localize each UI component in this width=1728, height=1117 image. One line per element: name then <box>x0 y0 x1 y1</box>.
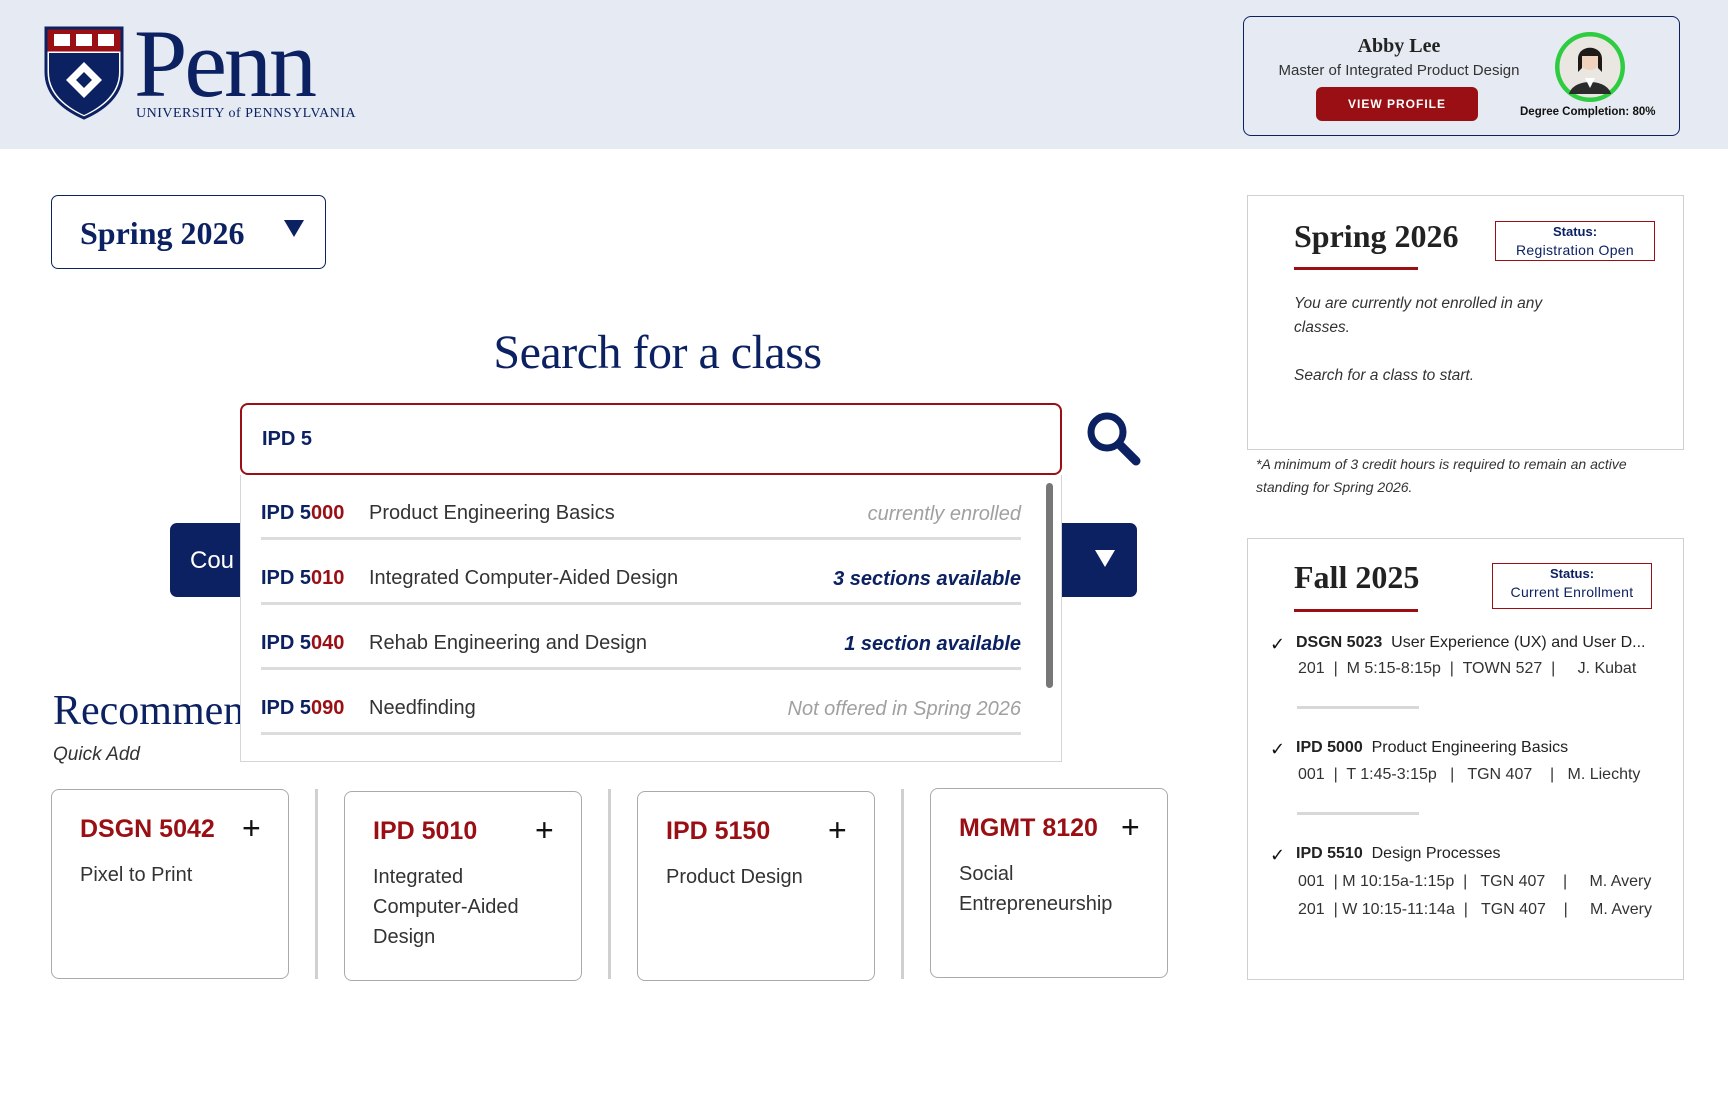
check-icon: ✓ <box>1270 739 1286 759</box>
card-course-name: Product Design <box>666 866 803 888</box>
credit-note: *A minimum of 3 credit hours is required… <box>1256 456 1627 495</box>
add-course-button[interactable]: + <box>242 812 261 844</box>
result-name: Product Engineering Basics <box>369 502 615 524</box>
degree-completion: Degree Completion: 80% <box>1520 106 1656 118</box>
card-course-code: IPD 5010 <box>373 817 478 845</box>
panel-term-title: Spring 2026 <box>1294 218 1459 254</box>
search-input[interactable] <box>240 403 1062 475</box>
card-course-code: MGMT 8120 <box>959 814 1098 842</box>
course-heading: IPD 5510 Design Processes <box>1296 845 1501 862</box>
penn-logo[interactable]: Penn UNIVERSITY of PENNSYLVANIA <box>44 16 374 126</box>
course-heading: DSGN 5023 User Experience (UX) and User … <box>1296 634 1646 651</box>
card-course-name: Integrated Computer-Aided Design <box>373 866 519 948</box>
view-profile-button[interactable]: VIEW PROFILE <box>1316 87 1478 121</box>
result-status: Not offered in Spring 2026 <box>787 698 1022 720</box>
caret-down-icon <box>284 220 304 237</box>
add-course-button[interactable]: + <box>828 814 847 846</box>
course-heading: IPD 5000 Product Engineering Basics <box>1296 739 1569 756</box>
card-divider <box>315 789 318 979</box>
search-title: Search for a class <box>493 326 822 379</box>
penn-shield-icon <box>44 26 124 120</box>
university-subtitle: UNIVERSITY of PENNSYLVANIA <box>136 106 357 121</box>
quick-add-card[interactable]: DSGN 5042 + Pixel to Print <box>51 789 289 979</box>
result-code: IPD 5010 <box>261 567 345 589</box>
status-badge: Status: Current Enrollment <box>1492 563 1652 609</box>
result-code: IPD 5040 <box>261 632 345 654</box>
card-course-code: IPD 5150 <box>666 817 771 845</box>
caret-down-icon <box>1095 550 1115 567</box>
status-value: Current Enrollment <box>1510 584 1634 600</box>
status-label: Status: <box>1549 566 1595 581</box>
card-course-code: DSGN 5042 <box>80 815 215 843</box>
add-course-button[interactable]: + <box>535 814 554 846</box>
quick-add-card[interactable]: MGMT 8120 + Social Entrepreneurship <box>930 788 1168 978</box>
card-course-name: Pixel to Print <box>80 864 193 886</box>
card-course-name: Social Entrepreneurship <box>959 863 1113 915</box>
result-status: 1 section available <box>844 633 1021 655</box>
check-icon: ✓ <box>1270 634 1286 654</box>
quick-add-card[interactable]: IPD 5150 + Product Design <box>637 791 875 981</box>
header-bar: Penn UNIVERSITY of PENNSYLVANIA Abby Lee… <box>0 0 1728 149</box>
dropdown-scrollbar[interactable] <box>1046 483 1053 688</box>
course-divider <box>1297 706 1419 709</box>
add-course-button[interactable]: + <box>1121 811 1140 843</box>
course-divider <box>1297 812 1419 815</box>
status-label: Status: <box>1552 224 1598 239</box>
term-select[interactable]: Spring 2026 <box>51 195 326 269</box>
title-underline <box>1294 609 1418 612</box>
quick-add-card[interactable]: IPD 5010 + Integrated Computer-Aided Des… <box>344 791 582 981</box>
card-divider <box>901 789 904 979</box>
recommended-title: Recommen <box>53 688 245 734</box>
penn-wordmark: Penn <box>134 10 317 117</box>
search-hint: Search for a class to start. <box>1294 367 1475 384</box>
course-section: 001 | M 10:15a-1:15p | TGN 407 | M. Aver… <box>1298 873 1652 890</box>
result-name: Needfinding <box>369 697 476 719</box>
search-result-item[interactable]: IPD 5010 Integrated Computer-Aided Desig… <box>261 540 1021 605</box>
profile-degree: Master of Integrated Product Design <box>1278 62 1520 79</box>
card-divider <box>608 789 611 979</box>
quick-add-label: Quick Add <box>53 744 140 765</box>
course-section: 201 | M 5:15-8:15p | TOWN 527 | J. Kubat <box>1298 660 1637 677</box>
result-name: Rehab Engineering and Design <box>369 632 647 654</box>
result-status: currently enrolled <box>867 503 1021 525</box>
search-result-item[interactable]: IPD 5000 Product Engineering Basics curr… <box>261 475 1021 540</box>
result-name: Integrated Computer-Aided Design <box>369 567 679 589</box>
profile-name: Abby Lee <box>1357 35 1441 57</box>
result-status: 3 sections available <box>833 568 1021 590</box>
search-icon[interactable] <box>1085 410 1141 466</box>
term-select-value: Spring 2026 <box>80 215 245 251</box>
title-underline <box>1294 267 1418 270</box>
status-value: Registration Open <box>1516 242 1634 258</box>
check-icon: ✓ <box>1270 845 1286 865</box>
search-results-dropdown: IPD 5000 Product Engineering Basics curr… <box>240 475 1062 762</box>
enrollment-message: You are currently not enrolled in any cl… <box>1294 295 1543 336</box>
search-result-item[interactable]: IPD 5090 Needfinding Not offered in Spri… <box>261 670 1021 735</box>
search-result-item[interactable]: IPD 5040 Rehab Engineering and Design 1 … <box>261 605 1021 670</box>
avatar[interactable] <box>1555 32 1625 102</box>
result-code: IPD 5000 <box>261 502 345 524</box>
profile-card: Abby Lee Master of Integrated Product De… <box>1243 16 1680 136</box>
course-section: 201 | W 10:15-11:14a | TGN 407 | M. Aver… <box>1298 901 1652 918</box>
panel-term-title: Fall 2025 <box>1294 559 1420 595</box>
course-filter-label: Cou <box>190 547 235 574</box>
status-badge: Status: Registration Open <box>1495 221 1655 261</box>
course-section: 001 | T 1:45-3:15p | TGN 407 | M. Liecht… <box>1298 766 1641 783</box>
spring-term-panel: Spring 2026 Status: Registration Open Yo… <box>1247 195 1684 450</box>
result-code: IPD 5090 <box>261 697 345 719</box>
